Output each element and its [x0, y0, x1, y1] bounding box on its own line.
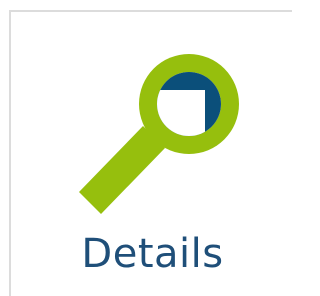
- tile-label: Details: [81, 231, 224, 277]
- details-tile[interactable]: Details: [9, 10, 292, 296]
- magnifier-icon: [73, 40, 253, 220]
